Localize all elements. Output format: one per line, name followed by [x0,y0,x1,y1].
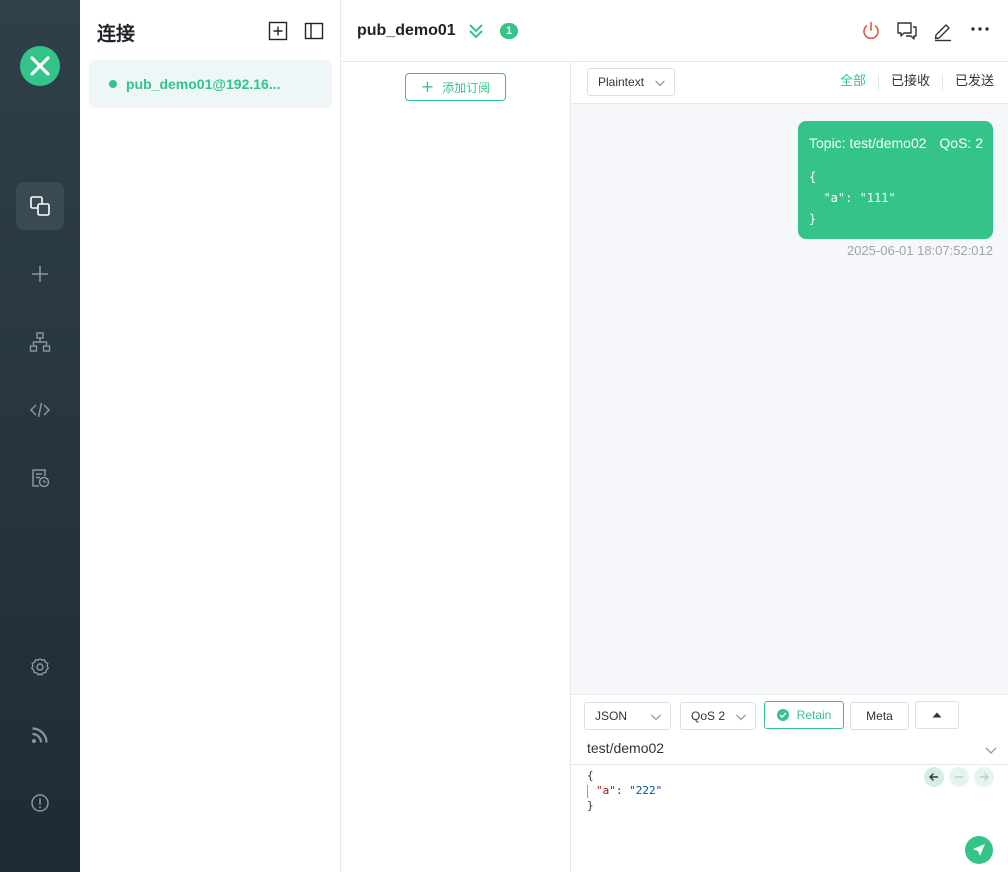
send-icon [973,844,985,856]
more-icon [971,27,989,31]
power-icon [863,21,879,40]
payload-close-brace: } [587,799,594,812]
filter-received[interactable]: 已接收 [879,74,943,90]
message-topic: Topic: test/demo02 [809,135,927,151]
nav-scripts[interactable] [16,386,64,434]
publish-panel: JSON QoS 2 Retain Meta test/demo02 { "a"… [571,694,1008,872]
minus-icon [955,776,963,778]
left-nav [0,0,80,872]
double-chevron-down-icon [469,24,483,39]
nav-topic-tree[interactable] [16,318,64,366]
new-folder-button[interactable] [268,21,288,41]
messages-panel: Plaintext 全部 已接收 已发送 Topic: test/demo02 … [571,62,1008,694]
publish-divider [571,764,1008,765]
publish-format-select[interactable]: JSON [584,702,671,730]
edit-icon [934,24,951,42]
connections-icon [30,196,50,216]
add-subscription-button[interactable]: + 添加订阅 [405,73,506,101]
more-button[interactable] [969,20,991,42]
payload-format-select[interactable]: Plaintext [587,68,675,96]
publish-format-value: JSON [595,709,628,723]
arrow-left-icon [929,773,938,781]
log-icon [32,469,50,488]
plus-icon: + [420,77,435,96]
filter-sent[interactable]: 已发送 [943,74,994,90]
disconnect-button[interactable] [860,20,882,42]
arrow-right-icon [980,773,989,781]
expand-editor-button[interactable] [915,701,959,729]
chevron-down-icon [736,714,746,721]
message-timestamp: 2025-06-01 18:07:52:012 [846,243,993,258]
add-square-icon [268,21,288,41]
history-back-button[interactable] [924,767,944,787]
payload-format-value: Plaintext [598,75,645,89]
connection-item[interactable]: pub_demo01@192.16... [89,60,332,108]
connection-name: pub_demo01@192.16... [126,76,281,92]
nav-about[interactable] [16,779,64,827]
publish-payload-editor[interactable]: { "a": "222" } [587,768,662,813]
code-icon [29,402,51,418]
connection-title: pub_demo01 [357,22,456,39]
sidebar-icon [304,22,324,40]
sitemap-icon [29,332,51,352]
message-payload: { "a": "111" } [809,170,896,226]
nav-settings[interactable] [16,643,64,691]
chevron-down-icon [651,714,661,721]
plus-icon [32,266,48,282]
mqttx-logo [20,46,60,86]
nav-feed[interactable] [16,711,64,759]
publish-qos-select[interactable]: QoS 2 [680,702,756,730]
chat-windows-icon [897,22,917,40]
connection-status-dot [109,80,117,88]
retain-toggle[interactable]: Retain [764,701,844,729]
send-button[interactable] [965,836,993,864]
message-bubble[interactable]: Topic: test/demo02 QoS: 2 { "a": "111" } [798,121,993,239]
collapse-subscriptions-button[interactable] [468,22,484,45]
new-window-button[interactable] [896,20,918,42]
add-subscription-label: 添加订阅 [442,80,491,95]
check-circle-icon [776,709,789,721]
subscription-count-badge: 1 [500,23,518,39]
payload-value: "222" [629,784,663,797]
messages-toolbar: Plaintext 全部 已接收 已发送 [571,62,1008,104]
edit-connection-button[interactable] [932,20,954,42]
retain-label: Retain [796,708,832,722]
info-icon [31,794,49,812]
publish-qos-value: QoS 2 [691,709,726,723]
meta-button[interactable]: Meta [850,702,909,730]
nav-connections[interactable] [16,182,64,230]
nav-logs[interactable] [16,454,64,502]
chevron-down-icon[interactable] [984,743,998,757]
gear-icon [31,658,49,676]
payload-colon: : [615,784,630,797]
history-clear-button[interactable] [949,767,969,787]
indent-guide [587,784,588,798]
connection-list-panel: 连接 pub_demo01@192.16... [80,0,341,872]
caret-up-icon [932,712,942,718]
history-forward-button[interactable] [974,767,994,787]
filter-all[interactable]: 全部 [828,74,879,90]
message-filter-tabs: 全部 已接收 已发送 [828,74,994,90]
toggle-sidebar-button[interactable] [304,21,324,41]
nav-new-connection[interactable] [16,250,64,298]
message-qos: QoS: 2 [939,135,983,151]
payload-key: "a" [596,784,616,797]
connection-list-title: 连接 [97,23,136,45]
publish-topic-input[interactable]: test/demo02 [587,740,664,756]
rss-icon [32,727,48,743]
payload-open-brace: { [587,769,594,782]
chevron-down-icon [655,80,665,87]
subscriptions-panel: + 添加订阅 [341,62,571,872]
connection-header: pub_demo01 1 [341,0,1008,62]
meta-label: Meta [866,709,893,723]
